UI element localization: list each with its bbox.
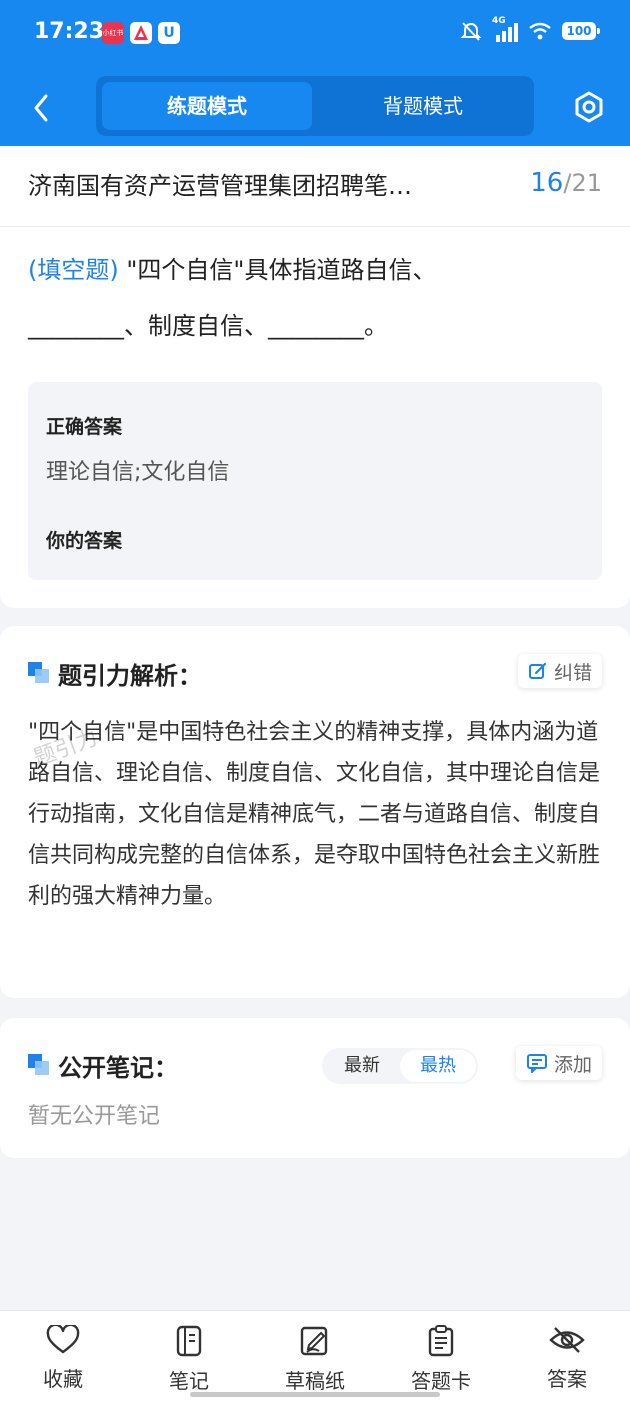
status-indicators: 4G 100 — [460, 16, 600, 42]
sort-newest-button[interactable]: 最新 — [324, 1050, 400, 1082]
cellular-signal-icon: 4G — [492, 16, 518, 42]
exam-title: 济南国有资产运营管理集团招聘笔… — [28, 172, 412, 200]
question-type-label: (填空题) — [28, 256, 119, 284]
question-text: (填空题) "四个自信"具体指道路自信、 ________、制度自信、_____… — [28, 242, 604, 354]
blank-2: ________ — [268, 312, 364, 340]
blank-1: ________ — [28, 312, 124, 340]
show-answer-label: 答案 — [547, 1367, 587, 1391]
tab-practice-mode[interactable]: 练题模式 — [102, 82, 312, 130]
comment-icon — [526, 1054, 547, 1073]
wifi-icon — [529, 22, 551, 40]
total-question-count: 21 — [571, 169, 602, 197]
question-text-part2: 、制度自信、 — [124, 312, 268, 340]
question-text-part1: "四个自信"具体指道路自信、 — [118, 256, 437, 284]
question-counter: 16/21 — [530, 168, 602, 198]
notes-sort-toggle: 最新 最热 — [322, 1048, 478, 1084]
heart-icon — [46, 1325, 80, 1354]
xiaohongshu-app-icon: 小红书 — [102, 22, 124, 44]
settings-gear-icon[interactable] — [572, 90, 606, 124]
report-error-label: 纠错 — [553, 661, 592, 684]
question-card: 济南国有资产运营管理集团招聘笔… 16/21 (填空题) "四个自信"具体指道路… — [0, 146, 630, 608]
answer-box: 正确答案 理论自信;文化自信 你的答案 — [28, 382, 602, 580]
red-a-app-icon — [130, 22, 152, 44]
status-time: 17:23 — [34, 19, 105, 44]
empty-notes-text: 暂无公开笔记 — [28, 1104, 161, 1129]
your-answer-label: 你的答案 — [46, 530, 123, 552]
answer-sheet-label: 答题卡 — [411, 1369, 471, 1393]
draft-pen-icon — [300, 1326, 328, 1356]
add-note-label: 添加 — [553, 1053, 592, 1076]
back-arrow-icon[interactable] — [28, 90, 56, 126]
question-header: 济南国有资产运营管理集团招聘笔… 16/21 — [0, 146, 630, 227]
notebook-icon — [176, 1325, 202, 1357]
analysis-title: 题引力解析： — [58, 662, 202, 690]
favorite-label: 收藏 — [43, 1367, 83, 1391]
scratch-paper-label: 草稿纸 — [285, 1369, 345, 1393]
question-text-part3: 。 — [364, 312, 388, 340]
correct-answer-label: 正确答案 — [46, 416, 123, 438]
analysis-text: "四个自信"是中国特色社会主义的精神支撑，具体内涵为道路自信、理论自信、制度自信… — [28, 720, 601, 909]
notes-label: 笔记 — [169, 1369, 209, 1393]
tab-memorize-mode[interactable]: 背题模式 — [318, 82, 528, 130]
bottom-toolbar: 收藏 笔记 草稿纸 答题卡 答案 — [0, 1310, 630, 1401]
top-bar: 17:23 小红书 U 4G 100 练题模式 背题模式 — [0, 0, 630, 146]
analysis-card: 题引力解析： 纠错 "四个自信"是中国特色社会主义的精神支撑，具体内涵为道路自信… — [0, 626, 630, 998]
section-squares-icon — [28, 662, 50, 684]
sort-hottest-button[interactable]: 最热 — [400, 1050, 476, 1082]
notes-button[interactable]: 笔记 — [139, 1325, 239, 1394]
clipboard-icon — [428, 1325, 454, 1357]
eye-hidden-icon — [549, 1327, 585, 1353]
current-question-number: 16 — [530, 168, 564, 198]
notes-card: 公开笔记： 最新 最热 添加 暂无公开笔记 — [0, 1018, 630, 1158]
favorite-button[interactable]: 收藏 — [13, 1325, 113, 1392]
section-squares-icon — [28, 1054, 50, 1076]
battery-indicator: 100 — [562, 22, 600, 40]
mute-bell-icon — [460, 22, 482, 41]
status-bar: 17:23 小红书 U 4G 100 — [0, 0, 630, 70]
answer-sheet-button[interactable]: 答题卡 — [391, 1325, 491, 1394]
show-answer-button[interactable]: 答案 — [517, 1325, 617, 1392]
mode-switch: 练题模式 背题模式 — [96, 76, 534, 136]
scratch-paper-button[interactable]: 草稿纸 — [265, 1325, 365, 1394]
edit-pencil-icon — [528, 662, 547, 679]
add-note-button[interactable]: 添加 — [515, 1046, 602, 1080]
correct-answer-value: 理论自信;文化自信 — [46, 460, 230, 485]
nav-bar: 练题模式 背题模式 — [0, 70, 630, 146]
u-app-icon: U — [158, 22, 180, 44]
home-indicator[interactable] — [190, 1392, 440, 1397]
notes-title: 公开笔记： — [58, 1054, 178, 1082]
report-error-button[interactable]: 纠错 — [517, 654, 602, 688]
